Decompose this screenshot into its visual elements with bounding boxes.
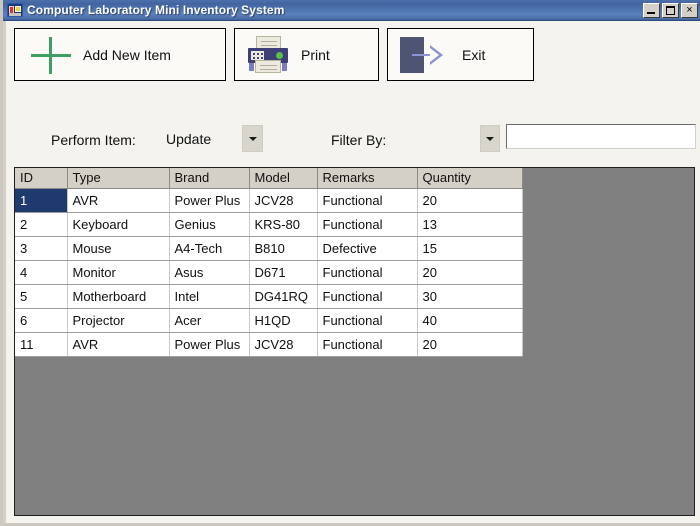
table-row[interactable]: 1 AVR Power Plus JCV28 Functional 20	[15, 188, 523, 213]
column-header-type[interactable]: Type	[67, 168, 170, 189]
app-icon-base	[9, 13, 21, 16]
exit-label: Exit	[462, 46, 486, 63]
minimize-icon	[647, 11, 655, 14]
filter-by-dropdown[interactable]	[480, 125, 500, 152]
cell-brand[interactable]: Power Plus	[169, 332, 250, 357]
exit-arrow-icon	[400, 36, 448, 74]
minimize-button[interactable]	[643, 2, 660, 18]
chevron-down-icon	[486, 136, 494, 141]
window-controls: ×	[643, 2, 698, 18]
table-row[interactable]: 6 Projector Acer H1QD Functional 40	[15, 308, 523, 333]
cell-quantity[interactable]: 40	[417, 308, 523, 333]
table-row[interactable]: 4 Monitor Asus D671 Functional 20	[15, 260, 523, 285]
maximize-icon	[666, 5, 675, 15]
cell-quantity[interactable]: 20	[417, 188, 523, 213]
window-title: Computer Laboratory Mini Inventory Syste…	[27, 3, 285, 17]
cell-type[interactable]: AVR	[67, 332, 170, 357]
application-window: Computer Laboratory Mini Inventory Syste…	[0, 0, 700, 526]
cell-quantity[interactable]: 30	[417, 284, 523, 309]
cell-remarks[interactable]: Functional	[317, 332, 418, 357]
cell-quantity[interactable]: 20	[417, 332, 523, 357]
cell-id[interactable]: 2	[15, 212, 68, 237]
cell-remarks[interactable]: Functional	[317, 212, 418, 237]
cell-brand[interactable]: Asus	[169, 260, 250, 285]
cell-model[interactable]: JCV28	[249, 332, 318, 357]
cell-remarks[interactable]: Functional	[317, 284, 418, 309]
cell-id[interactable]: 11	[15, 332, 68, 357]
client-area: Add New Item Print Exit Perform Item: Up…	[6, 21, 700, 523]
table-body: 1 AVR Power Plus JCV28 Functional 20 2 K…	[15, 188, 523, 357]
filter-by-label: Filter By:	[331, 132, 387, 148]
exit-button[interactable]: Exit	[387, 28, 534, 81]
cell-model[interactable]: H1QD	[249, 308, 318, 333]
print-label: Print	[301, 46, 330, 63]
cell-quantity[interactable]: 13	[417, 212, 523, 237]
cell-id[interactable]: 5	[15, 284, 68, 309]
cell-type[interactable]: Monitor	[67, 260, 170, 285]
cell-brand[interactable]: Acer	[169, 308, 250, 333]
perform-item-label: Perform Item:	[51, 132, 136, 148]
cell-id[interactable]: 4	[15, 260, 68, 285]
cell-type[interactable]: AVR	[67, 188, 170, 213]
filter-search-input[interactable]	[506, 124, 696, 149]
add-new-item-label: Add New Item	[83, 46, 171, 63]
cell-remarks[interactable]: Functional	[317, 188, 418, 213]
column-header-brand[interactable]: Brand	[169, 168, 250, 189]
cell-quantity[interactable]: 20	[417, 260, 523, 285]
table-row[interactable]: 5 Motherboard Intel DG41RQ Functional 30	[15, 284, 523, 309]
column-header-remarks[interactable]: Remarks	[317, 168, 418, 189]
cell-quantity[interactable]: 15	[417, 236, 523, 261]
column-header-quantity[interactable]: Quantity	[417, 168, 523, 189]
perform-item-value: Update	[166, 131, 212, 147]
column-header-id[interactable]: ID	[15, 168, 68, 189]
cell-brand[interactable]: Power Plus	[169, 188, 250, 213]
cell-remarks[interactable]: Functional	[317, 308, 418, 333]
add-new-item-button[interactable]: Add New Item	[14, 28, 226, 81]
cell-id[interactable]: 3	[15, 236, 68, 261]
cell-type[interactable]: Mouse	[67, 236, 170, 261]
print-button[interactable]: Print	[234, 28, 379, 81]
maximize-button[interactable]	[662, 2, 679, 18]
cell-id[interactable]: 6	[15, 308, 68, 333]
cell-model[interactable]: DG41RQ	[249, 284, 318, 309]
cell-type[interactable]: Projector	[67, 308, 170, 333]
cell-model[interactable]: B810	[249, 236, 318, 261]
toolbar: Add New Item Print Exit	[6, 21, 700, 84]
cell-remarks[interactable]: Defective	[317, 236, 418, 261]
cell-brand[interactable]: Genius	[169, 212, 250, 237]
plus-icon	[29, 35, 73, 75]
cell-type[interactable]: Keyboard	[67, 212, 170, 237]
table-header-row: ID Type Brand Model Remarks Quantity	[15, 168, 523, 189]
close-button[interactable]: ×	[681, 2, 698, 18]
close-icon: ×	[686, 3, 693, 16]
app-icon-yellow-square	[15, 6, 21, 12]
table-row[interactable]: 2 Keyboard Genius KRS-80 Functional 13	[15, 212, 523, 237]
cell-model[interactable]: D671	[249, 260, 318, 285]
perform-item-dropdown[interactable]	[242, 125, 263, 152]
cell-model[interactable]: JCV28	[249, 188, 318, 213]
inventory-grid[interactable]: ID Type Brand Model Remarks Quantity 1 A…	[14, 167, 695, 516]
printer-icon	[247, 35, 289, 74]
chevron-down-icon	[248, 136, 257, 141]
title-bar: Computer Laboratory Mini Inventory Syste…	[3, 0, 700, 21]
table-row[interactable]: 3 Mouse A4-Tech B810 Defective 15	[15, 236, 523, 261]
app-icon	[7, 3, 23, 17]
cell-id[interactable]: 1	[15, 188, 68, 213]
cell-model[interactable]: KRS-80	[249, 212, 318, 237]
filter-bar: Perform Item: Update Filter By:	[6, 84, 700, 152]
inventory-table: ID Type Brand Model Remarks Quantity 1 A…	[15, 168, 523, 357]
cell-brand[interactable]: A4-Tech	[169, 236, 250, 261]
cell-type[interactable]: Motherboard	[67, 284, 170, 309]
cell-brand[interactable]: Intel	[169, 284, 250, 309]
column-header-model[interactable]: Model	[249, 168, 318, 189]
table-row[interactable]: 11 AVR Power Plus JCV28 Functional 20	[15, 332, 523, 357]
cell-remarks[interactable]: Functional	[317, 260, 418, 285]
